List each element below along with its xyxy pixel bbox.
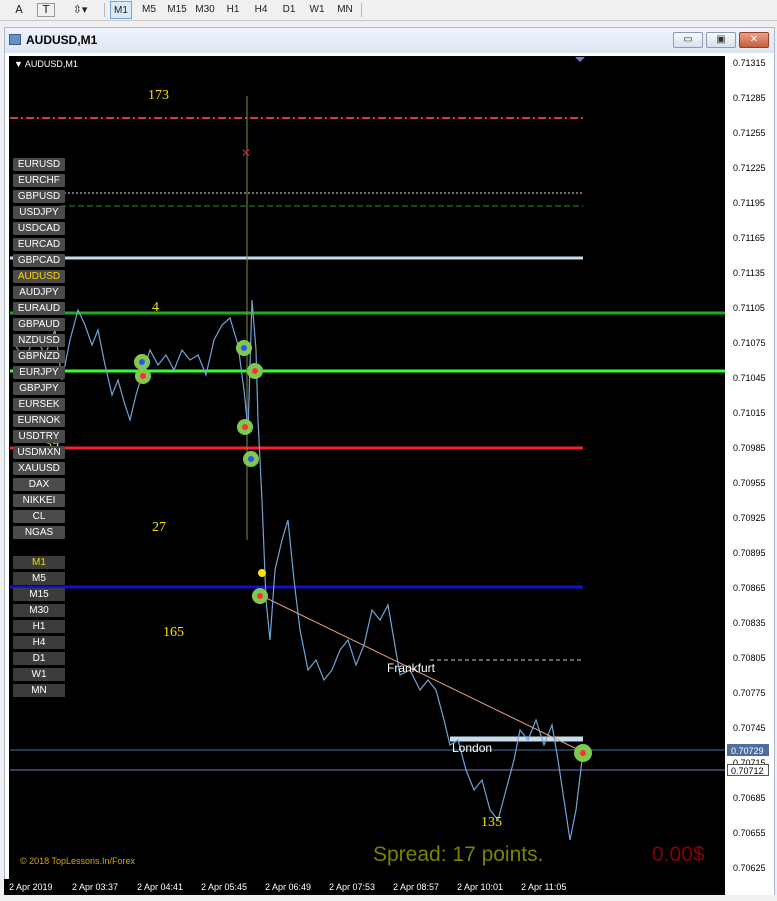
- price-tick-label: 0.70925: [733, 513, 766, 523]
- bid-price-tag: 0.70729: [727, 744, 769, 756]
- symbol-button-gbpnzd[interactable]: GBPNZD: [13, 350, 65, 363]
- price-tick-label: 0.71015: [733, 408, 766, 418]
- symbol-button-eurjpy[interactable]: EURJPY: [13, 366, 65, 379]
- side-timeframe-w1[interactable]: W1: [13, 668, 65, 681]
- symbol-button-usdcad[interactable]: USDCAD: [13, 222, 65, 235]
- price-tick-label: 0.71225: [733, 163, 766, 173]
- copyright-text: © 2018 TopLessons.In/Forex: [20, 856, 136, 866]
- symbol-button-eursek[interactable]: EURSEK: [13, 398, 65, 411]
- level-number: 4: [152, 300, 159, 315]
- price-tick-label: 0.70625: [733, 863, 766, 873]
- time-tick-label: 2 Apr 03:37: [72, 882, 119, 892]
- price-tick-label: 0.71165: [733, 233, 765, 243]
- symbol-button-audjpy[interactable]: AUDJPY: [13, 286, 65, 299]
- price-tick-label: 0.70745: [733, 723, 766, 733]
- time-tick-label: 2 Apr 08:57: [393, 882, 440, 892]
- profit-display: 0.00$: [652, 843, 705, 866]
- side-timeframe-mn[interactable]: MN: [13, 684, 65, 697]
- symbol-button-nzdusd[interactable]: NZDUSD: [13, 334, 65, 347]
- symbol-button-xauusd[interactable]: XAUUSD: [13, 462, 65, 475]
- price-tick-label: 0.70865: [733, 583, 766, 593]
- window-bottom-edge: [0, 895, 777, 901]
- symbol-button-eurnok[interactable]: EURNOK: [13, 414, 65, 427]
- price-tick-label: 0.70895: [733, 548, 766, 558]
- price-tick-label: 0.70955: [733, 478, 766, 488]
- price-tick-label: 0.71105: [733, 303, 765, 313]
- chart-drawing: ✕: [10, 57, 725, 841]
- period-marker-icon: [575, 57, 585, 62]
- symbol-button-nikkei[interactable]: NIKKEI: [13, 494, 65, 507]
- time-tick-label: 2 Apr 2019: [9, 882, 53, 892]
- symbol-button-usdtry[interactable]: USDTRY: [13, 430, 65, 443]
- price-tick-label: 0.70655: [733, 828, 766, 838]
- symbol-button-usdjpy[interactable]: USDJPY: [13, 206, 65, 219]
- time-tick-label: 2 Apr 11:05: [521, 882, 567, 892]
- side-timeframe-m5[interactable]: M5: [13, 572, 65, 585]
- time-tick-label: 2 Apr 06:49: [265, 882, 312, 892]
- symbol-button-gbpusd[interactable]: GBPUSD: [13, 190, 65, 203]
- session-label-london: London: [452, 741, 493, 755]
- ask-price-tag: 0.70712: [727, 764, 769, 776]
- symbol-button-eurchf[interactable]: EURCHF: [13, 174, 65, 187]
- symbol-button-audusd[interactable]: AUDUSD: [13, 270, 65, 283]
- price-tick-label: 0.70835: [733, 618, 766, 628]
- symbol-button-euraud[interactable]: EURAUD: [13, 302, 65, 315]
- price-tick-label: 0.70805: [733, 653, 766, 663]
- spread-display: Spread: 17 points.: [373, 843, 544, 866]
- side-timeframe-d1[interactable]: D1: [13, 652, 65, 665]
- side-timeframe-h1[interactable]: H1: [13, 620, 65, 633]
- price-tick-label: 0.70985: [733, 443, 766, 453]
- symbol-button-eurcad[interactable]: EURCAD: [13, 238, 65, 251]
- time-tick-label: 2 Apr 05:45: [201, 882, 248, 892]
- symbol-button-gbpaud[interactable]: GBPAUD: [13, 318, 65, 331]
- level-number: 173: [148, 88, 169, 103]
- level-number: 27: [152, 520, 166, 535]
- price-tick-label: 0.71255: [733, 128, 766, 138]
- side-timeframe-m15[interactable]: M15: [13, 588, 65, 601]
- symbol-button-cl[interactable]: CL: [13, 510, 65, 523]
- symbol-button-gbpjpy[interactable]: GBPJPY: [13, 382, 65, 395]
- price-series: [14, 299, 584, 841]
- price-tick-label: 0.71195: [733, 198, 765, 208]
- x-marker-icon: ✕: [241, 146, 251, 160]
- session-label-frankfurt: Frankfurt: [387, 661, 436, 675]
- side-timeframe-m30[interactable]: M30: [13, 604, 65, 617]
- signal-dot: [258, 569, 266, 577]
- price-tick-label: 0.71075: [733, 338, 766, 348]
- symbol-button-ngas[interactable]: NGAS: [13, 526, 65, 539]
- price-tick-label: 0.71135: [733, 268, 765, 278]
- symbol-button-eurusd[interactable]: EURUSD: [13, 158, 65, 171]
- price-tick-label: 0.71285: [733, 93, 766, 103]
- price-tick-label: 0.71315: [733, 58, 766, 68]
- symbol-button-gbpcad[interactable]: GBPCAD: [13, 254, 65, 267]
- price-tick-label: 0.70775: [733, 688, 766, 698]
- side-timeframe-m1[interactable]: M1: [13, 556, 65, 569]
- time-tick-label: 2 Apr 07:53: [329, 882, 376, 892]
- side-timeframe-h4[interactable]: H4: [13, 636, 65, 649]
- symbol-button-usdmxn[interactable]: USDMXN: [13, 446, 65, 459]
- time-tick-label: 2 Apr 10:01: [457, 882, 504, 892]
- price-tick-label: 0.70685: [733, 793, 766, 803]
- level-number: 165: [163, 625, 184, 640]
- time-tick-label: 2 Apr 04:41: [137, 882, 184, 892]
- symbol-button-dax[interactable]: DAX: [13, 478, 65, 491]
- level-number: 135: [481, 815, 502, 830]
- price-tick-label: 0.71045: [733, 373, 766, 383]
